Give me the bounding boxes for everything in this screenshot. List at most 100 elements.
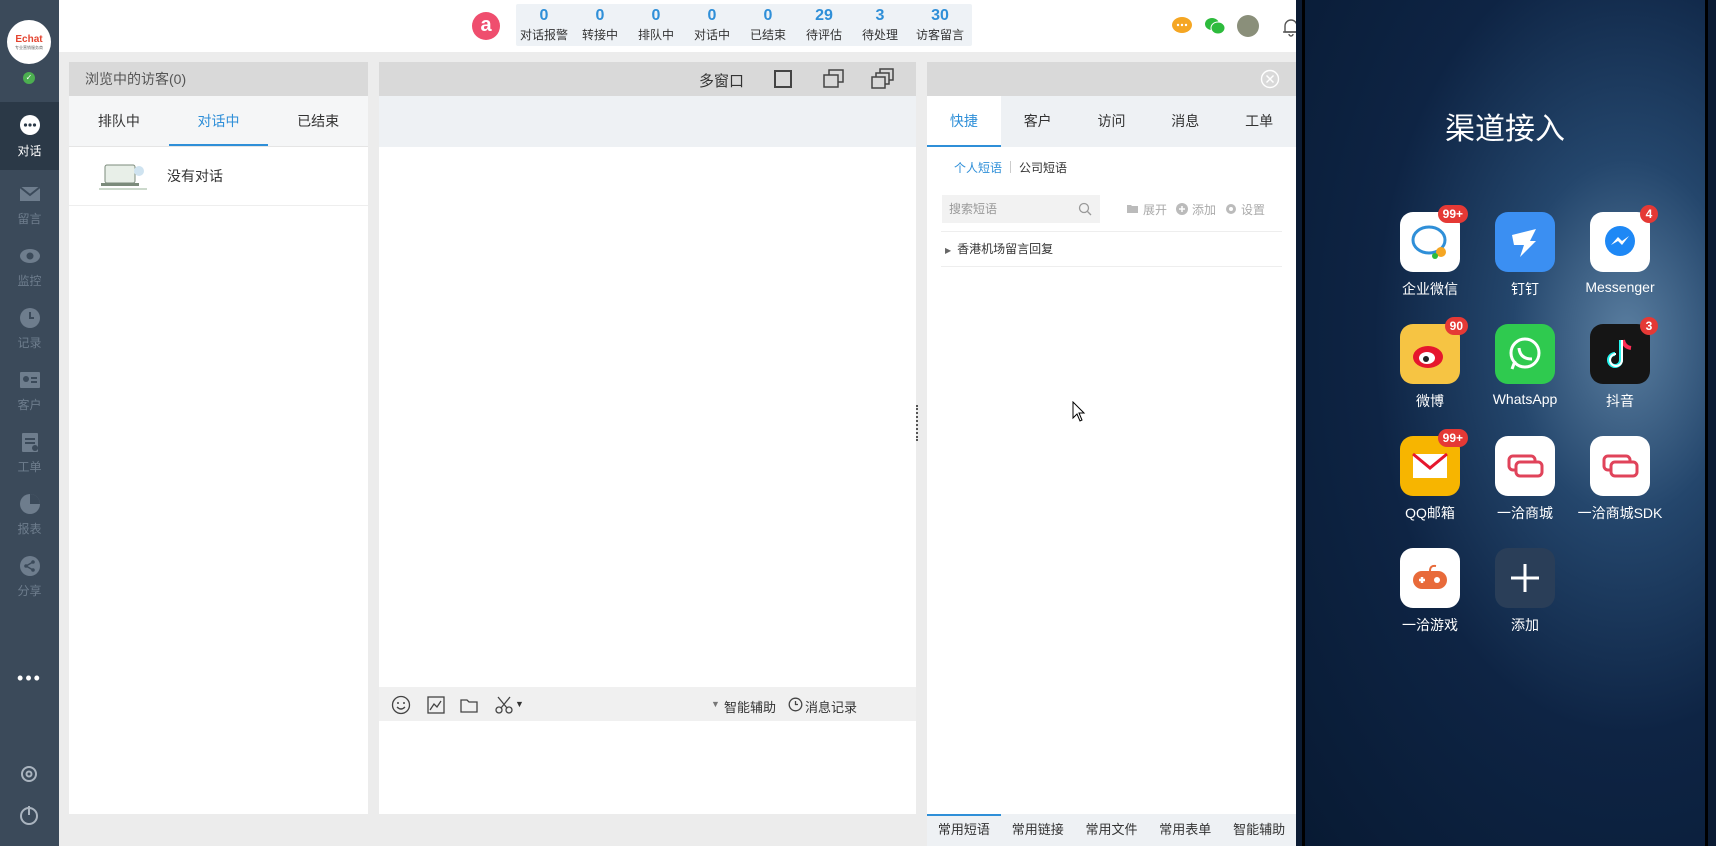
dual-window-icon[interactable] bbox=[823, 69, 845, 89]
nav-item-chat[interactable]: 对话 bbox=[0, 102, 59, 170]
subtab-personal-phrases[interactable]: 个人短语 bbox=[954, 159, 1002, 176]
nav-item-tickets[interactable]: 工单 bbox=[0, 418, 59, 486]
smart-assist-button[interactable]: 智能辅助 bbox=[724, 697, 776, 716]
empty-conversation-text: 没有对话 bbox=[167, 168, 223, 184]
emoji-icon[interactable] bbox=[391, 695, 411, 715]
expand-arrow-icon: ▶ bbox=[945, 246, 952, 255]
subtab-company-phrases[interactable]: 公司短语 bbox=[1019, 159, 1067, 176]
top-right-icons bbox=[1171, 12, 1301, 42]
close-icon[interactable] bbox=[1260, 69, 1280, 89]
nav-item-share[interactable]: 分享 bbox=[0, 542, 59, 610]
nav-item-label: 监控 bbox=[17, 273, 42, 288]
phrase-search-input[interactable]: 搜索短语 bbox=[942, 195, 1100, 223]
history-clock-icon bbox=[788, 697, 803, 712]
stat-queue[interactable]: 0 排队中 bbox=[628, 4, 684, 46]
empty-computer-icon bbox=[99, 164, 147, 190]
panel-resize-handle[interactable] bbox=[916, 405, 918, 441]
folder-icon[interactable] bbox=[459, 695, 479, 715]
tab-tickets[interactable]: 工单 bbox=[1222, 96, 1296, 147]
stat-to-evaluate[interactable]: 29 待评估 bbox=[796, 4, 852, 46]
online-status-icon: ✓ bbox=[23, 72, 35, 84]
nav-item-records[interactable]: 记录 bbox=[0, 294, 59, 362]
tab-ended[interactable]: 已结束 bbox=[268, 96, 368, 146]
nav-item-label: 报表 bbox=[17, 521, 42, 536]
stat-to-process[interactable]: 3 待处理 bbox=[852, 4, 908, 46]
phrase-group-row[interactable]: ▶ 香港机场留言回复 bbox=[941, 231, 1282, 267]
right-tabs: 快捷 客户 访问 消息 工单 bbox=[927, 96, 1296, 147]
expand-button[interactable]: 展开 bbox=[1126, 201, 1167, 218]
search-placeholder: 搜索短语 bbox=[949, 202, 998, 216]
stat-chatting[interactable]: 0 对话中 bbox=[684, 4, 740, 46]
tab-common-links[interactable]: 常用链接 bbox=[1001, 814, 1075, 846]
stat-transferring[interactable]: 0 转接中 bbox=[572, 4, 628, 46]
more-menu-icon[interactable]: ••• bbox=[0, 668, 59, 689]
message-history-button[interactable]: 消息记录 bbox=[805, 697, 857, 716]
subtab-divider bbox=[1010, 161, 1012, 173]
quick-reply-panel: 快捷 客户 访问 消息 工单 个人短语 公司短语 搜索短语 展开 添加 设置 ▶… bbox=[927, 62, 1296, 814]
stat-ended[interactable]: 0 已结束 bbox=[740, 4, 796, 46]
nav-item-label: 留言 bbox=[17, 211, 42, 226]
tab-visit[interactable]: 访问 bbox=[1075, 96, 1149, 147]
share-icon bbox=[19, 555, 40, 576]
top-bar: a 0 对话报警 0 转接中 0 排队中 0 对话中 0 已结束 29 待评估 3 待处理 3… bbox=[59, 0, 1299, 52]
tab-messages[interactable]: 消息 bbox=[1148, 96, 1222, 147]
chat-window: 多窗口 ▼ ▼ 智能辅助 消息记录 bbox=[379, 62, 916, 814]
tab-common-phrases[interactable]: 常用短语 bbox=[927, 814, 1001, 846]
phone-bezel bbox=[1302, 0, 1708, 846]
scissors-icon[interactable] bbox=[494, 695, 514, 715]
visitor-panel: 浏览中的访客(0) 排队中 对话中 已结束 没有对话 bbox=[69, 62, 368, 814]
stat-alert[interactable]: 0 对话报警 bbox=[516, 4, 572, 46]
settings-button[interactable]: 设置 bbox=[1224, 201, 1265, 218]
chat-bubble-icon[interactable] bbox=[1171, 16, 1193, 36]
nav-item-customers[interactable]: 客户 bbox=[0, 356, 59, 424]
chat-window-header: 多窗口 bbox=[379, 62, 916, 96]
tab-chatting[interactable]: 对话中 bbox=[168, 96, 269, 146]
clipboard-icon bbox=[21, 432, 38, 452]
add-circle-icon bbox=[1176, 203, 1189, 215]
clock-icon bbox=[19, 307, 40, 328]
company-logo: Echat 专业营销服务商 bbox=[7, 20, 51, 64]
multi-window-label: 多窗口 bbox=[699, 73, 745, 90]
settings-icon[interactable] bbox=[17, 762, 41, 786]
tab-smart-assist[interactable]: 智能辅助 bbox=[1222, 814, 1296, 846]
single-window-icon[interactable] bbox=[774, 70, 792, 88]
tab-queue[interactable]: 排队中 bbox=[69, 96, 169, 146]
nav-item-label: 记录 bbox=[17, 335, 42, 350]
smart-assist-caret-icon: ▼ bbox=[711, 699, 720, 709]
eye-icon bbox=[19, 248, 40, 263]
nav-item-label: 客户 bbox=[17, 397, 42, 412]
quick-reply-header bbox=[927, 62, 1296, 96]
chat-toolbar: ▼ ▼ 智能辅助 消息记录 bbox=[379, 687, 916, 721]
visitor-panel-title: 浏览中的访客(0) bbox=[69, 62, 368, 96]
nav-item-reports[interactable]: 报表 bbox=[0, 480, 59, 548]
phone-mockup: 渠道接入 99+ 企业微信 钉钉 4 Messenger 90 微博 Whats… bbox=[1296, 0, 1716, 846]
contact-card-icon bbox=[19, 371, 40, 388]
phrase-subtabs: 个人短语 公司短语 bbox=[927, 147, 1296, 187]
nav-item-label: 分享 bbox=[17, 583, 42, 598]
app-brand-icon: a bbox=[472, 12, 500, 40]
multi-window-icon[interactable] bbox=[871, 68, 895, 90]
wechat-icon[interactable] bbox=[1204, 16, 1226, 36]
nav-item-messages[interactable]: 留言 bbox=[0, 170, 59, 238]
gear-icon bbox=[1226, 204, 1237, 214]
tab-common-files[interactable]: 常用文件 bbox=[1075, 814, 1149, 846]
bottom-tabs: 常用短语 常用链接 常用文件 常用表单 智能辅助 bbox=[927, 814, 1296, 846]
mouse-cursor-icon bbox=[1072, 401, 1086, 422]
search-icon[interactable] bbox=[1078, 202, 1092, 216]
tab-common-forms[interactable]: 常用表单 bbox=[1148, 814, 1222, 846]
power-icon[interactable] bbox=[17, 803, 41, 827]
image-icon[interactable] bbox=[426, 695, 446, 715]
tab-quick[interactable]: 快捷 bbox=[927, 96, 1001, 147]
stat-visitor-messages[interactable]: 30 访客留言 bbox=[908, 4, 972, 46]
phrase-group-label: 香港机场留言回复 bbox=[957, 242, 1054, 256]
nav-item-label: 工单 bbox=[17, 459, 42, 474]
chat-window-subheader bbox=[379, 96, 916, 147]
nav-item-monitor[interactable]: 监控 bbox=[0, 232, 59, 300]
nav-item-label: 对话 bbox=[17, 143, 42, 158]
avatar[interactable] bbox=[1237, 15, 1259, 37]
tab-customer[interactable]: 客户 bbox=[1001, 96, 1075, 147]
logo-subtext: 专业营销服务商 bbox=[15, 44, 43, 50]
empty-conversation-row: 没有对话 bbox=[69, 147, 368, 206]
add-phrase-button[interactable]: 添加 bbox=[1175, 201, 1216, 218]
scissors-dropdown-icon[interactable]: ▼ bbox=[515, 699, 524, 709]
